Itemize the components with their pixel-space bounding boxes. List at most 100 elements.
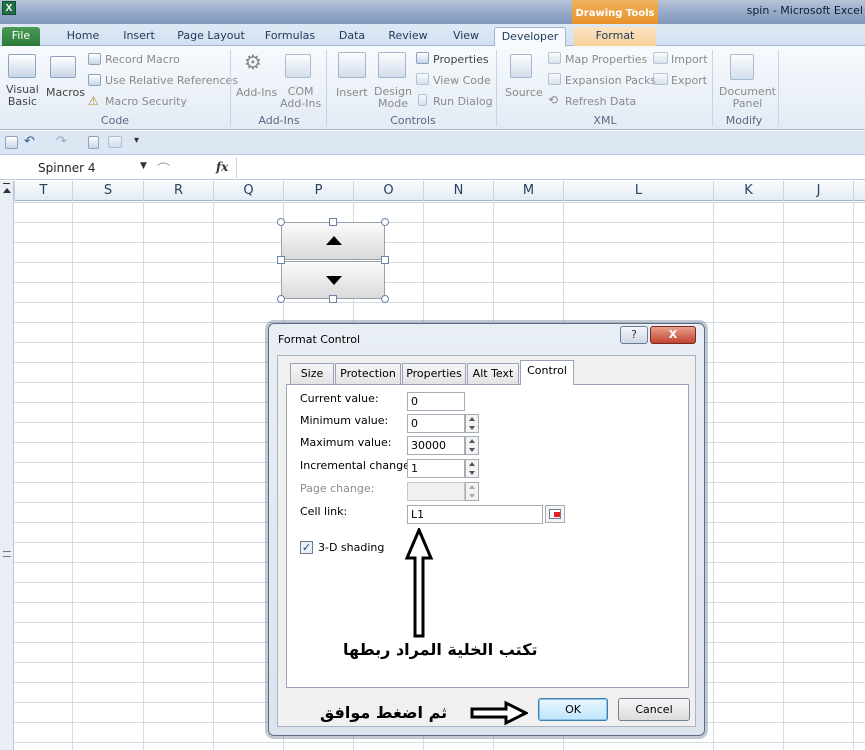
column-header[interactable]: M bbox=[493, 181, 563, 201]
window-title: spin - Microsoft Excel bbox=[746, 4, 863, 17]
grid-line bbox=[72, 202, 73, 750]
undo-icon[interactable]: ↶ bbox=[24, 134, 35, 149]
resize-handle[interactable] bbox=[381, 256, 389, 264]
tab-developer[interactable]: Developer bbox=[494, 27, 566, 46]
macro-security-button[interactable]: Macro Security bbox=[105, 95, 187, 108]
minimum-value-input[interactable]: 0 bbox=[407, 414, 465, 433]
macros-button[interactable]: Macros bbox=[46, 86, 85, 99]
resize-handle[interactable] bbox=[329, 295, 337, 303]
row-header-strip bbox=[0, 181, 14, 750]
resize-handle[interactable] bbox=[277, 256, 285, 264]
import-button[interactable]: Import bbox=[671, 53, 708, 66]
expansion-packs-button[interactable]: Expansion Packs bbox=[565, 74, 656, 87]
column-header[interactable]: N bbox=[423, 181, 493, 201]
view-code-button[interactable]: View Code bbox=[433, 74, 491, 87]
design-mode-button[interactable]: Design Mode bbox=[374, 86, 412, 110]
save-icon[interactable] bbox=[5, 136, 18, 149]
refresh-data-button[interactable]: Refresh Data bbox=[565, 95, 636, 108]
tab-size[interactable]: Size bbox=[290, 363, 334, 384]
spinner-up-button[interactable] bbox=[281, 222, 385, 260]
cancel-button[interactable]: Cancel bbox=[618, 698, 690, 721]
splitter-handle-icon[interactable] bbox=[3, 551, 11, 557]
current-value-label: Current value: bbox=[300, 392, 379, 405]
com-add-ins-button[interactable]: COM Add-Ins bbox=[280, 86, 321, 110]
resize-handle[interactable] bbox=[277, 218, 285, 226]
excel-icon[interactable]: X bbox=[2, 1, 16, 15]
collapse-dialog-button[interactable] bbox=[545, 505, 565, 523]
insert-function-icon[interactable]: fx bbox=[216, 160, 228, 174]
resize-handle[interactable] bbox=[381, 218, 389, 226]
name-box-dropdown-icon[interactable]: ▼ bbox=[140, 161, 147, 171]
current-value-input[interactable]: 0 bbox=[407, 392, 465, 411]
group-separator bbox=[712, 50, 713, 126]
tab-protection[interactable]: Protection bbox=[335, 363, 401, 384]
spinner-down-button[interactable] bbox=[281, 261, 385, 299]
control-tab-page: Current value: 0 Minimum value: 0 Maximu… bbox=[286, 384, 689, 688]
minimum-value-stepper[interactable] bbox=[465, 414, 479, 433]
tab-format[interactable]: Format bbox=[574, 27, 656, 46]
drawing-tools-context-label: Drawing Tools bbox=[572, 0, 658, 24]
3d-shading-label[interactable]: 3-D shading bbox=[318, 541, 384, 554]
column-header[interactable]: Q bbox=[213, 181, 283, 201]
visual-basic-icon bbox=[8, 54, 36, 78]
tab-review[interactable]: Review bbox=[382, 27, 434, 46]
group-separator bbox=[326, 50, 327, 126]
column-header[interactable]: J bbox=[783, 181, 853, 201]
help-button[interactable]: ? bbox=[620, 326, 648, 344]
incremental-change-stepper[interactable] bbox=[465, 459, 479, 478]
ok-button[interactable]: OK bbox=[538, 698, 608, 721]
map-properties-button[interactable]: Map Properties bbox=[565, 53, 647, 66]
tab-data[interactable]: Data bbox=[332, 27, 372, 46]
resize-handle[interactable] bbox=[381, 295, 389, 303]
export-button[interactable]: Export bbox=[671, 74, 707, 87]
maximum-value-stepper[interactable] bbox=[465, 436, 479, 455]
run-dialog-button[interactable]: Run Dialog bbox=[433, 95, 493, 108]
insert-control-button[interactable]: Insert bbox=[336, 86, 368, 99]
format-control-dialog: Format Control ? X Size Protection Prope… bbox=[268, 323, 705, 736]
scroll-up-icon[interactable] bbox=[3, 188, 11, 193]
tab-home[interactable]: Home bbox=[60, 27, 106, 46]
new-file-icon[interactable] bbox=[88, 136, 99, 149]
tab-formulas[interactable]: Formulas bbox=[260, 27, 320, 46]
tab-insert[interactable]: Insert bbox=[116, 27, 162, 46]
cell-link-input[interactable]: L1 bbox=[407, 505, 543, 524]
formula-options-icon: ⌒ bbox=[157, 163, 171, 178]
name-box[interactable]: Spinner 4 bbox=[16, 160, 154, 177]
arrow-down-icon bbox=[326, 276, 342, 285]
incremental-change-input[interactable]: 1 bbox=[407, 459, 465, 478]
spinner-control[interactable] bbox=[277, 218, 389, 303]
tab-file[interactable]: File bbox=[2, 27, 40, 46]
formula-input[interactable] bbox=[236, 157, 865, 178]
tab-properties[interactable]: Properties bbox=[402, 363, 466, 384]
column-header[interactable]: P bbox=[283, 181, 353, 201]
column-header[interactable]: S bbox=[72, 181, 143, 201]
resize-handle[interactable] bbox=[277, 295, 285, 303]
open-icon[interactable] bbox=[108, 136, 122, 148]
column-header[interactable]: R bbox=[143, 181, 213, 201]
source-button[interactable]: Source bbox=[505, 86, 543, 99]
document-panel-button[interactable]: Document Panel bbox=[719, 86, 776, 110]
use-relative-references-button[interactable]: Use Relative References bbox=[105, 74, 238, 87]
tab-view[interactable]: View bbox=[444, 27, 488, 46]
maximum-value-input[interactable]: 30000 bbox=[407, 436, 465, 455]
title-bar: X Drawing Tools spin - Microsoft Excel bbox=[0, 0, 865, 26]
column-header[interactable]: T bbox=[14, 181, 72, 201]
tab-alt-text[interactable]: Alt Text bbox=[467, 363, 519, 384]
tab-page-layout[interactable]: Page Layout bbox=[172, 27, 250, 46]
redo-icon[interactable]: ↷ bbox=[56, 134, 67, 149]
tab-control[interactable]: Control bbox=[520, 360, 574, 385]
3d-shading-checkbox[interactable]: ✓ bbox=[300, 541, 313, 554]
column-header[interactable] bbox=[853, 181, 865, 201]
properties-button[interactable]: Properties bbox=[433, 53, 489, 66]
import-icon bbox=[653, 52, 668, 64]
grid-line bbox=[853, 202, 854, 750]
close-button[interactable]: X bbox=[650, 326, 696, 344]
add-ins-button[interactable]: Add-Ins bbox=[236, 86, 277, 99]
column-header[interactable]: K bbox=[713, 181, 783, 201]
resize-handle[interactable] bbox=[329, 218, 337, 226]
column-header[interactable]: O bbox=[353, 181, 423, 201]
visual-basic-button[interactable]: Visual Basic bbox=[6, 84, 39, 108]
column-header[interactable]: L bbox=[563, 181, 713, 201]
customize-toolbar-icon[interactable]: ▾ bbox=[134, 135, 139, 146]
record-macro-button[interactable]: Record Macro bbox=[105, 53, 180, 66]
